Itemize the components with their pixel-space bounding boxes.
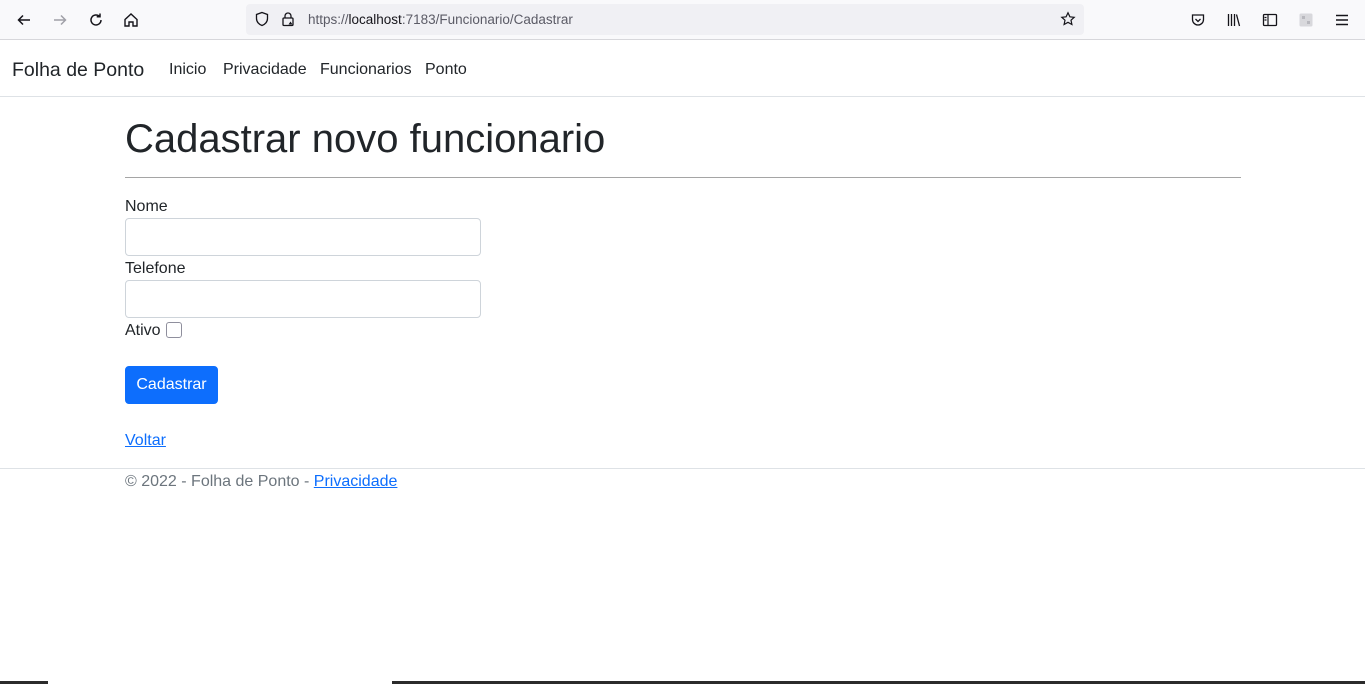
- voltar-link[interactable]: Voltar: [125, 432, 166, 450]
- nav-link-funcionarios[interactable]: Funcionarios: [320, 61, 412, 79]
- browser-toolbar: https://localhost:7183/Funcionario/Cadas…: [0, 0, 1365, 40]
- footer-privacidade-link[interactable]: Privacidade: [314, 473, 398, 490]
- page-title: Cadastrar novo funcionario: [125, 117, 606, 161]
- footer: © 2022 - Folha de Ponto - Privacidade: [125, 473, 397, 491]
- shield-icon[interactable]: [254, 11, 270, 27]
- forward-arrow-icon[interactable]: [48, 8, 72, 32]
- nav-link-privacidade[interactable]: Privacidade: [223, 61, 307, 79]
- url-text[interactable]: https://localhost:7183/Funcionario/Cadas…: [308, 12, 573, 27]
- home-icon[interactable]: [119, 8, 143, 32]
- footer-text: © 2022 - Folha de Ponto -: [125, 473, 314, 490]
- telefone-label: Telefone: [125, 260, 186, 277]
- reload-icon[interactable]: [84, 8, 108, 32]
- ativo-checkbox[interactable]: [166, 322, 182, 338]
- cadastrar-button[interactable]: Cadastrar: [125, 366, 218, 404]
- nome-label: Nome: [125, 198, 168, 215]
- title-divider: [125, 177, 1241, 178]
- back-arrow-icon[interactable]: [12, 8, 36, 32]
- nome-input[interactable]: [125, 218, 481, 256]
- hamburger-menu-icon[interactable]: [1330, 8, 1354, 32]
- nav-link-ponto[interactable]: Ponto: [425, 61, 467, 79]
- pocket-icon[interactable]: [1186, 8, 1210, 32]
- navbar-brand[interactable]: Folha de Ponto: [12, 59, 144, 82]
- sidebar-icon[interactable]: [1258, 8, 1282, 32]
- telefone-input[interactable]: [125, 280, 481, 318]
- star-icon[interactable]: [1060, 11, 1076, 27]
- ativo-label: Ativo: [125, 322, 161, 339]
- app-navbar: Folha de Ponto Inicio Privacidade Funcio…: [0, 40, 1365, 97]
- nav-link-inicio[interactable]: Inicio: [169, 61, 206, 79]
- library-icon[interactable]: [1222, 8, 1246, 32]
- lock-icon[interactable]: [280, 11, 296, 27]
- extension-icon[interactable]: [1294, 8, 1318, 32]
- footer-divider: [0, 468, 1365, 469]
- url-bar[interactable]: https://localhost:7183/Funcionario/Cadas…: [246, 4, 1084, 35]
